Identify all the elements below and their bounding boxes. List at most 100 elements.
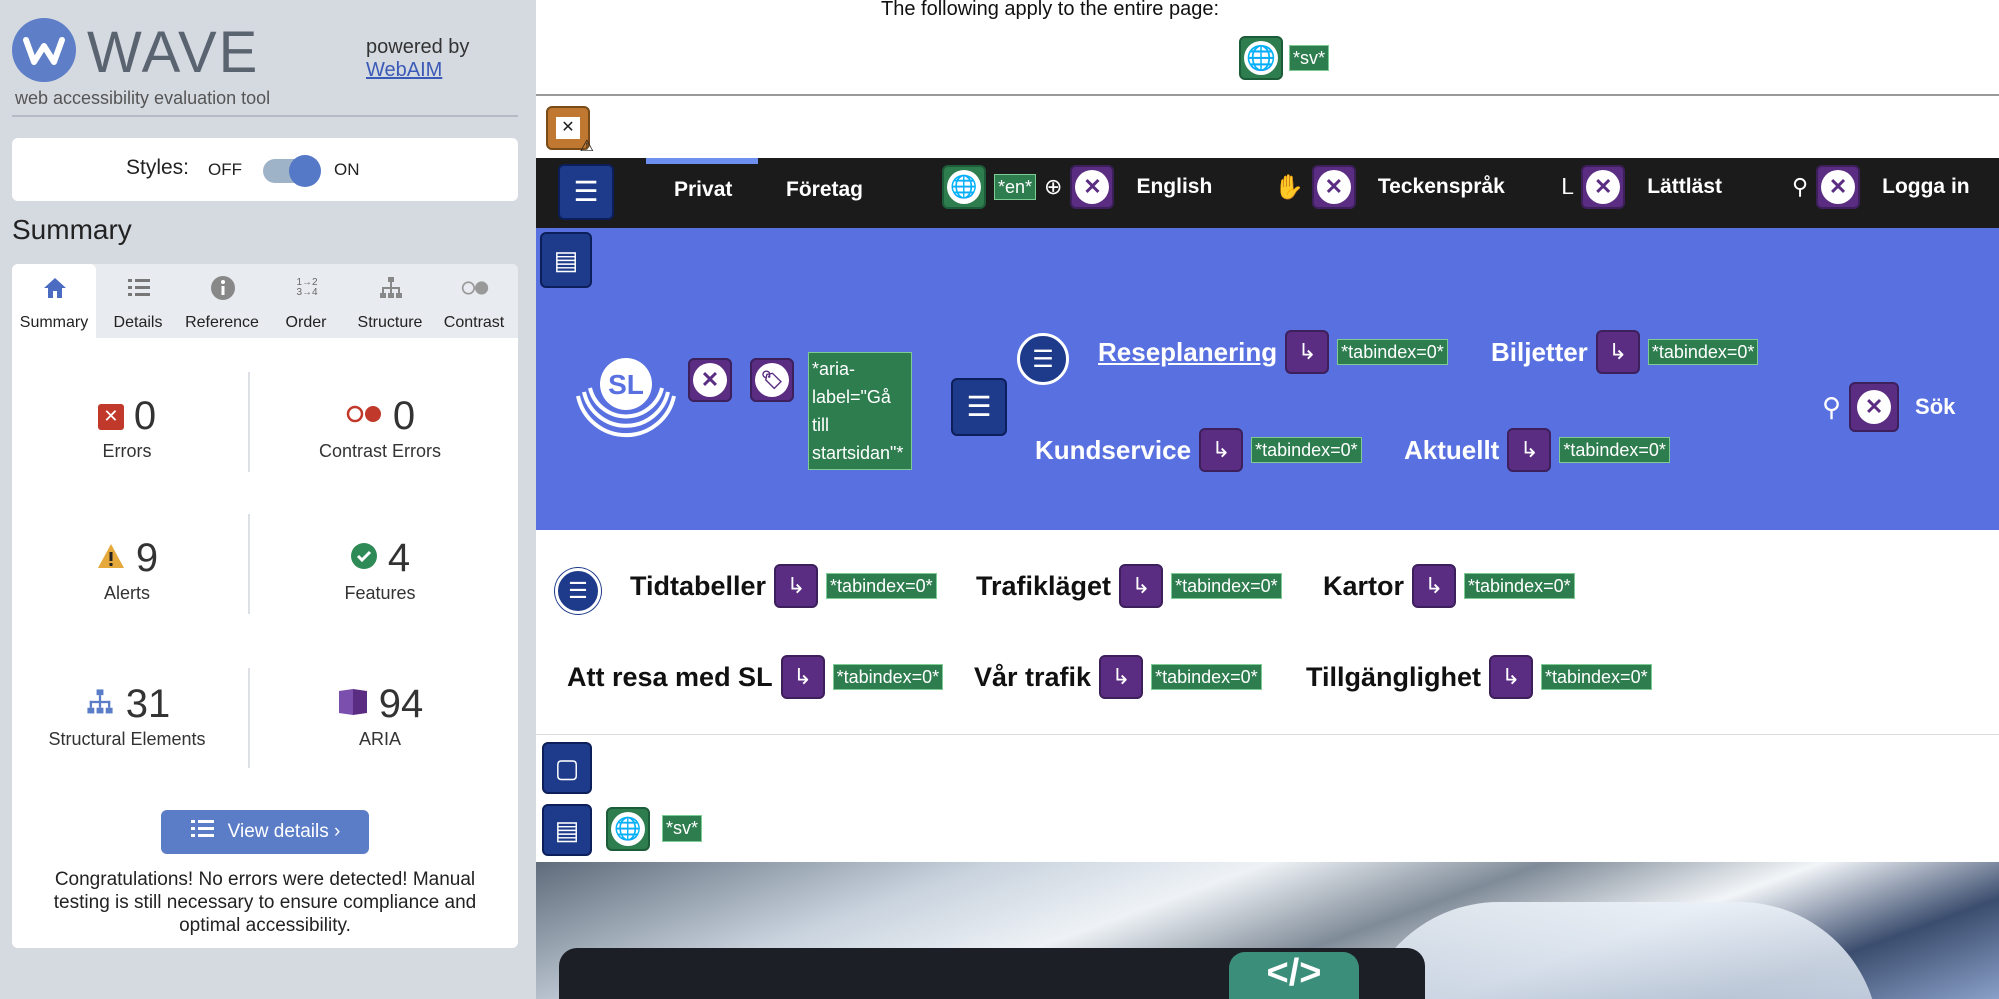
tabindex-icon[interactable]: ↳: [1489, 655, 1533, 699]
webaim-link[interactable]: WebAIM: [366, 59, 442, 81]
nav-foretag[interactable]: Företag: [786, 178, 863, 202]
nav-logga-in[interactable]: Logga in: [1882, 175, 1970, 199]
aria-hidden-icon[interactable]: ✕: [688, 358, 732, 402]
contrast-errors-stat[interactable]: 0 Contrast Errors: [265, 394, 495, 462]
styles-toggle[interactable]: [263, 155, 321, 187]
nav-english-group: 🌐 *en* ⊕ ✕ English: [942, 165, 1212, 209]
aria-hidden-icon[interactable]: ✕: [1311, 165, 1356, 209]
list-icon[interactable]: ☰: [1017, 333, 1069, 385]
submenu-tidtabeller: Tidtabeller ↳ *tabindex=0*: [630, 564, 937, 608]
tab-summary[interactable]: Summary: [12, 264, 96, 338]
user-icon: ⚲: [1792, 174, 1809, 199]
summary-card: Summary Details Reference 1→2 3→4 Order S…: [12, 264, 518, 948]
wave-sidebar: WAVE web accessibility evaluation tool p…: [0, 0, 536, 999]
tab-label: Summary: [19, 314, 89, 331]
sl-logo[interactable]: SL: [572, 340, 682, 445]
structure-icon: [377, 274, 405, 302]
alert-image-icon[interactable]: ✕ ⚠: [546, 106, 594, 155]
tab-bar: Summary Details Reference 1→2 3→4 Order S…: [12, 264, 518, 338]
tillganglighet-link[interactable]: Tillgänglighet: [1306, 662, 1481, 693]
main-landmark-icon[interactable]: ▢: [542, 742, 592, 794]
language-icon[interactable]: 🌐: [942, 165, 986, 209]
tabindex-icon[interactable]: ↳: [1507, 428, 1552, 472]
kartor-link[interactable]: Kartor: [1323, 571, 1404, 602]
tabindex-tag: *tabindex=0*: [1337, 338, 1448, 366]
tab-structure[interactable]: Structure: [348, 264, 432, 338]
aktuellt-link[interactable]: Aktuellt: [1404, 435, 1499, 466]
nav-privat[interactable]: Privat: [674, 178, 732, 202]
tabindex-icon[interactable]: ↳: [1595, 330, 1640, 374]
tabindex-tag: *tabindex=0*: [1647, 338, 1759, 366]
tabindex-icon[interactable]: ↳: [1199, 428, 1244, 472]
aria-hidden-icon[interactable]: ✕: [1070, 165, 1115, 209]
errors-stat[interactable]: ✕ 0 Errors: [12, 394, 242, 462]
aria-hidden-icon[interactable]: ✕: [1816, 165, 1861, 209]
submenu: [536, 530, 1999, 735]
tabindex-icon[interactable]: ↳: [780, 655, 825, 699]
tabindex-icon[interactable]: ↳: [1099, 655, 1144, 699]
tab-contrast[interactable]: Contrast: [432, 264, 516, 338]
navigation-landmark-icon[interactable]: ☰: [558, 164, 614, 220]
errors-label: Errors: [102, 441, 152, 461]
code-badge[interactable]: </>: [1229, 952, 1359, 999]
tabindex-tag: *tabindex=0*: [1171, 572, 1282, 600]
hero-link-biljetter: Biljetter ↳ *tabindex=0*: [1491, 330, 1759, 374]
trafiklaget-link[interactable]: Trafikläget: [976, 571, 1111, 602]
structural-stat[interactable]: 31 Structural Elements: [12, 682, 242, 750]
navigation-landmark-icon[interactable]: ☰: [951, 378, 1007, 436]
divider: [12, 115, 518, 117]
tab-details[interactable]: Details: [96, 264, 180, 338]
aria-icon: [337, 687, 369, 722]
alerts-stat[interactable]: 9 Alerts: [12, 536, 242, 604]
aria-hidden-icon[interactable]: ✕: [1849, 382, 1900, 432]
aria-label-icon[interactable]: 🏷: [750, 358, 794, 402]
language-icon[interactable]: 🌐: [1239, 36, 1283, 80]
view-details-button[interactable]: View details ›: [161, 810, 369, 854]
kundservice-link[interactable]: Kundservice: [1035, 435, 1191, 466]
toggle-knob[interactable]: [289, 155, 321, 187]
view-details-label: View details ›: [227, 821, 341, 842]
features-stat[interactable]: 4 Features: [265, 536, 495, 604]
tab-label: Structure: [357, 314, 423, 331]
tab-label: Order: [285, 314, 327, 331]
home-icon: [41, 274, 69, 302]
styles-card: Styles: OFF ON: [12, 138, 518, 201]
list-icon: [190, 818, 216, 846]
att-resa-link[interactable]: Att resa med SL: [567, 662, 773, 693]
tabindex-tag: *tabindex=0*: [826, 572, 937, 600]
alerts-count: 9: [135, 536, 159, 580]
tab-reference[interactable]: Reference: [180, 264, 264, 338]
aria-label-tag: *aria-label="Gå till startsidan"*: [808, 352, 912, 470]
search-icon[interactable]: ⚲: [1822, 392, 1841, 423]
search-link[interactable]: Sök: [1915, 394, 1955, 420]
aria-hidden-icon[interactable]: ✕: [1581, 165, 1626, 209]
tabindex-icon[interactable]: ↳: [1412, 564, 1457, 608]
header-landmark-icon[interactable]: ▤: [540, 232, 592, 288]
tabindex-icon[interactable]: ↳: [774, 564, 819, 608]
tabindex-tag: *tabindex=0*: [1559, 436, 1670, 464]
nav-english[interactable]: English: [1136, 175, 1212, 199]
hero-link-aktuellt: Aktuellt ↳ *tabindex=0*: [1404, 428, 1670, 472]
tabindex-icon[interactable]: ↳: [1119, 564, 1164, 608]
tab-label: Details: [113, 314, 163, 331]
nav-teckensprak[interactable]: Teckenspråk: [1378, 175, 1505, 199]
powered-by-label: powered by: [366, 36, 470, 58]
submenu-var-trafik: Vår trafik ↳ *tabindex=0*: [974, 655, 1262, 699]
submenu-tillganglighet: Tillgänglighet ↳ *tabindex=0*: [1306, 655, 1652, 699]
tabindex-icon[interactable]: ↳: [1285, 330, 1330, 374]
tabindex-tag: *tabindex=0*: [1541, 663, 1652, 691]
language-icon[interactable]: 🌐: [606, 807, 650, 851]
tab-order[interactable]: 1→2 3→4 Order: [264, 264, 348, 338]
alerts-label: Alerts: [103, 583, 150, 603]
tidtabeller-link[interactable]: Tidtabeller: [630, 571, 766, 602]
nav-lattlast[interactable]: Lättläst: [1647, 175, 1722, 199]
biljetter-link[interactable]: Biljetter: [1491, 337, 1588, 368]
wave-logo-text: WAVE: [87, 20, 260, 85]
hero-link-kundservice: Kundservice ↳ *tabindex=0*: [1035, 428, 1362, 472]
region-landmark-icon[interactable]: ▤: [542, 804, 592, 856]
list-icon[interactable]: ☰: [555, 568, 601, 614]
var-trafik-link[interactable]: Vår trafik: [974, 662, 1091, 693]
toggle-on-label: ON: [334, 160, 360, 179]
reseplanering-link[interactable]: Reseplanering: [1098, 337, 1277, 368]
aria-stat[interactable]: 94 ARIA: [265, 682, 495, 750]
